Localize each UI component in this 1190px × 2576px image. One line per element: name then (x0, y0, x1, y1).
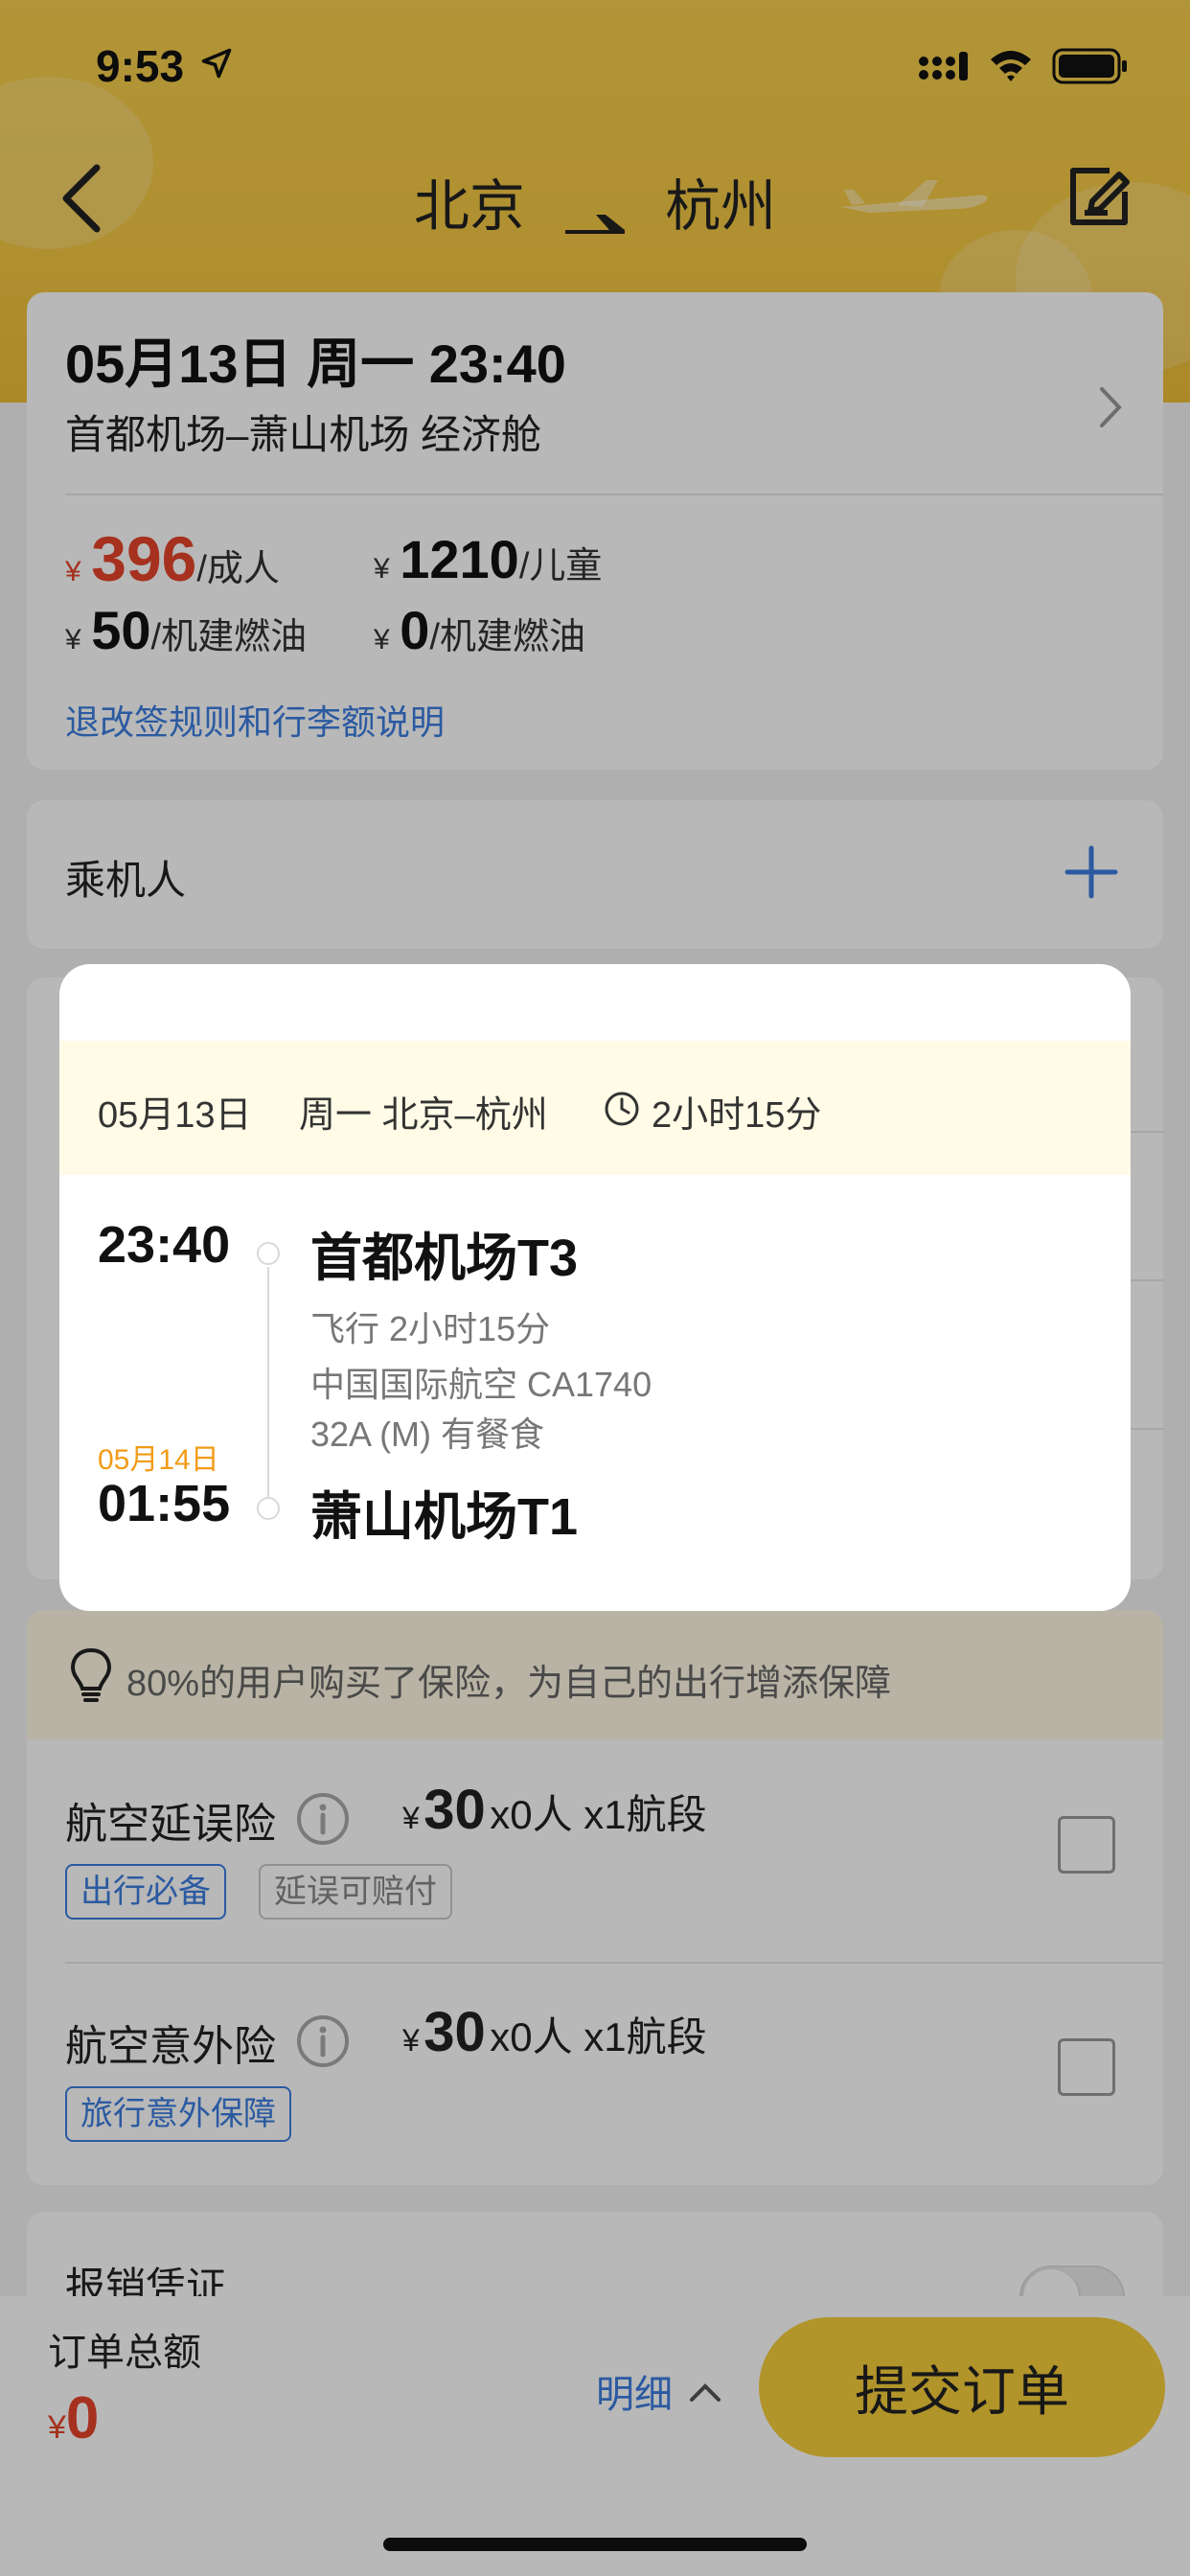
departure-airport: 首都机场T3 (310, 1230, 579, 1287)
modal-summary: 05月13日 周一 北京–杭州 2小时15分 (59, 1041, 1131, 1175)
aircraft-meal: 32A (M) 有餐食 (310, 1414, 545, 1454)
departure-time: 23:40 (98, 1216, 231, 1274)
arrival-time: 01:55 (98, 1475, 231, 1532)
modal-route: 周一 北京–杭州 (299, 1095, 548, 1136)
arrival-date: 05月14日 (98, 1444, 219, 1476)
timeline-dot (257, 1242, 280, 1265)
arrival-airport: 萧山机场T1 (310, 1488, 579, 1546)
timeline-dot (257, 1497, 280, 1520)
modal-date: 05月13日 (98, 1095, 252, 1136)
flight-duration: 飞行 2小时15分 (310, 1309, 551, 1348)
timeline-line (267, 1267, 269, 1497)
clock-icon (605, 1092, 639, 1126)
flight-detail-modal: 05月13日 周一 北京–杭州 2小时15分 23:40 首都机场T3 飞行 2… (59, 964, 1131, 1611)
airline-flight-number: 中国国际航空 CA1740 (310, 1365, 652, 1404)
modal-duration: 2小时15分 (652, 1095, 822, 1136)
